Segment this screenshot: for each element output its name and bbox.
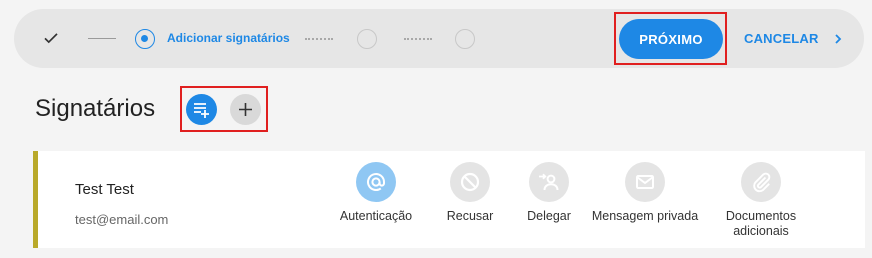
- signer-name: Test Test: [75, 181, 134, 198]
- signer-email: test@email.com: [75, 212, 169, 227]
- page-title: Signatários: [35, 95, 156, 122]
- next-button[interactable]: PRÓXIMO: [619, 19, 723, 59]
- step-1-indicator[interactable]: [135, 29, 155, 49]
- action-label: Documentos adicionais: [725, 209, 797, 238]
- add-signer-button[interactable]: [230, 94, 261, 125]
- step-connector: [305, 38, 333, 40]
- mail-icon[interactable]: [625, 162, 665, 202]
- step-1-label[interactable]: Adicionar signatários: [167, 31, 290, 45]
- stepper-bar: Adicionar signatários PRÓXIMO CANCELAR: [14, 9, 864, 68]
- at-icon[interactable]: [356, 162, 396, 202]
- add-signer-list-button[interactable]: [186, 94, 217, 125]
- plus-icon: [239, 103, 252, 116]
- chevron-right-icon[interactable]: [832, 31, 844, 47]
- step-3-indicator[interactable]: [455, 29, 475, 49]
- check-icon: [44, 33, 58, 44]
- action-label: Delegar: [527, 209, 571, 223]
- step-2-indicator[interactable]: [357, 29, 377, 49]
- step-connector: [88, 38, 116, 39]
- delegate-icon[interactable]: [529, 162, 569, 202]
- playlist-add-icon: [194, 103, 209, 118]
- action-label: Mensagem privada: [591, 209, 699, 223]
- cancel-button[interactable]: CANCELAR: [744, 31, 819, 46]
- block-icon[interactable]: [450, 162, 490, 202]
- step-connector: [404, 38, 432, 40]
- paperclip-icon[interactable]: [741, 162, 781, 202]
